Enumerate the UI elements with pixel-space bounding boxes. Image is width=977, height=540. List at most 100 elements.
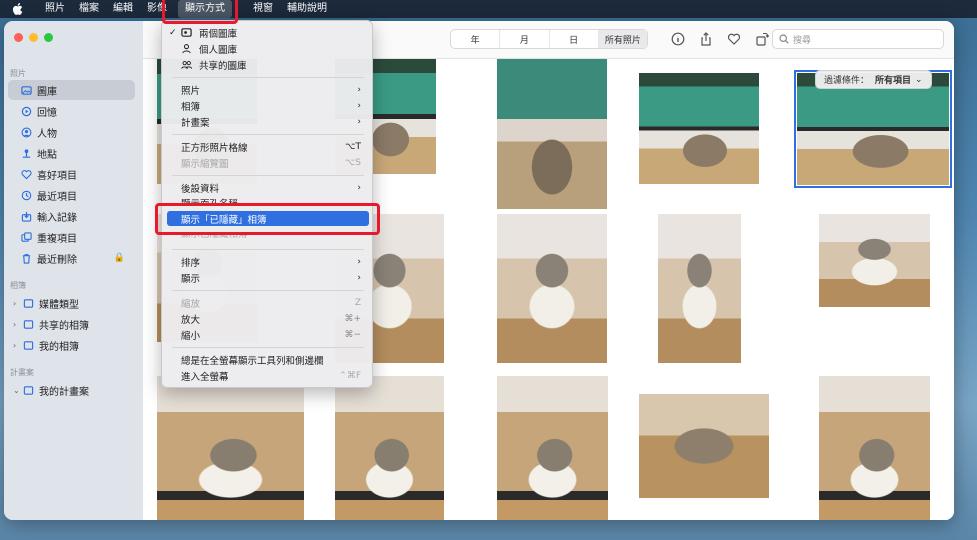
menu-item-label: 顯示面孔名稱 bbox=[181, 199, 239, 205]
photo-thumbnail[interactable] bbox=[497, 376, 608, 520]
sidebar-item-people[interactable]: 人物 bbox=[8, 122, 135, 142]
people-icon bbox=[21, 127, 32, 138]
sidebar-item-imports[interactable]: 輸入記錄 bbox=[8, 206, 135, 226]
sidebar-item-memories[interactable]: 回憶 bbox=[8, 101, 135, 121]
menu-item-sort[interactable]: 排序 › bbox=[167, 254, 369, 269]
chevron-right-icon[interactable]: › bbox=[13, 341, 21, 350]
menu-item-metadata[interactable]: 後設資料 › bbox=[167, 180, 369, 195]
menu-item-label: 兩個圖庫 bbox=[199, 28, 238, 40]
folder-icon bbox=[23, 319, 34, 330]
photo-thumbnail[interactable] bbox=[497, 59, 607, 209]
favorite-heart-icon[interactable] bbox=[726, 31, 741, 46]
sidebar-item-library[interactable]: 圖庫 bbox=[8, 80, 135, 100]
menu-file[interactable]: 檔案 bbox=[72, 0, 106, 18]
menu-item-albums[interactable]: 相簿 › bbox=[167, 98, 369, 113]
sidebar-item-recently-deleted[interactable]: 最近刪除 🔒 bbox=[8, 248, 135, 268]
zoom-button[interactable] bbox=[44, 33, 53, 42]
sidebar-item-label: 圖庫 bbox=[37, 86, 57, 98]
photo-thumbnail[interactable] bbox=[335, 376, 444, 520]
photo-thumbnail[interactable] bbox=[658, 214, 741, 363]
apple-icon[interactable] bbox=[12, 3, 25, 15]
close-button[interactable] bbox=[14, 33, 23, 42]
menu-edit[interactable]: 編輯 bbox=[106, 0, 140, 18]
menu-help[interactable]: 輔助說明 bbox=[280, 0, 334, 18]
sidebar-item-label: 共享的相簿 bbox=[39, 320, 89, 332]
menu-item-label: 照片 bbox=[181, 85, 201, 97]
menu-item-shared-library[interactable]: 共享的圖庫 bbox=[167, 57, 369, 72]
view-menu-dropdown: ✓ 兩個圖庫 個人圖庫 共享的圖庫 照片 › 相簿 › 計畫案 › 正方形照片格線 ⌥T… bbox=[161, 20, 373, 388]
import-icon bbox=[21, 211, 32, 222]
segment-days[interactable]: 日 bbox=[550, 30, 599, 48]
shortcut-label: ⌃⌘F bbox=[339, 370, 361, 381]
sidebar-item-my-projects[interactable]: ⌄ 我的計畫案 bbox=[8, 380, 135, 400]
menu-item-zoom-out[interactable]: 縮小 ⌘− bbox=[167, 327, 369, 342]
sidebar-item-places[interactable]: 地點 bbox=[8, 143, 135, 163]
menu-separator bbox=[172, 347, 364, 348]
menu-item-personal-library[interactable]: 個人圖庫 bbox=[167, 41, 369, 56]
menu-item-label: 顯示縮覽圖 bbox=[181, 158, 229, 170]
photo-thumbnail[interactable] bbox=[639, 73, 759, 184]
sidebar-item-media-types[interactable]: › 媒體類型 bbox=[8, 293, 135, 313]
menu-item-show[interactable]: 顯示 › bbox=[167, 270, 369, 285]
menu-item-label: 正方形照片格線 bbox=[181, 142, 248, 154]
sidebar-item-shared-albums[interactable]: › 共享的相簿 bbox=[8, 314, 135, 334]
menu-item-label: 個人圖庫 bbox=[199, 44, 238, 56]
sidebar-item-duplicates[interactable]: 重複項目 bbox=[8, 227, 135, 247]
search-icon bbox=[779, 34, 789, 44]
sidebar-item-recents[interactable]: 最近項目 bbox=[8, 185, 135, 205]
menu-item-projects[interactable]: 計畫案 › bbox=[167, 114, 369, 129]
menu-item-show-face-names[interactable]: 顯示面孔名稱 bbox=[167, 196, 369, 205]
menu-item-label: 後設資料 bbox=[181, 183, 220, 195]
photo-thumbnail[interactable] bbox=[639, 394, 769, 498]
chevron-down-icon[interactable]: ⌄ bbox=[13, 386, 21, 395]
submenu-arrow-icon: › bbox=[357, 182, 361, 193]
menu-item-label: 縮放 bbox=[181, 298, 201, 310]
menu-item-photos[interactable]: 照片 › bbox=[167, 82, 369, 97]
share-icon[interactable] bbox=[698, 31, 713, 46]
menu-photos[interactable]: 照片 bbox=[38, 0, 72, 18]
segment-all-photos[interactable]: 所有照片 bbox=[598, 30, 647, 48]
clock-icon bbox=[21, 190, 32, 201]
sidebar-item-label: 回憶 bbox=[37, 107, 57, 119]
menu-image[interactable]: 影像 bbox=[140, 0, 174, 18]
chevron-right-icon[interactable]: › bbox=[13, 320, 21, 329]
menu-item-zoom: 縮放 Z bbox=[167, 295, 369, 310]
minimize-button[interactable] bbox=[29, 33, 38, 42]
sidebar-item-favorites[interactable]: 喜好項目 bbox=[8, 164, 135, 184]
menu-item-label: 顯示 bbox=[181, 273, 201, 285]
chevron-right-icon[interactable]: › bbox=[13, 299, 21, 308]
heart-icon bbox=[21, 169, 32, 180]
menu-item-show-hidden-album-alt: 顯示已隱藏相簿 bbox=[167, 232, 369, 240]
photo-thumbnail[interactable] bbox=[157, 376, 304, 520]
section-photos: 照片 bbox=[10, 69, 26, 78]
menu-window[interactable]: 視窗 bbox=[246, 0, 280, 18]
menu-item-both-libraries[interactable]: ✓ 兩個圖庫 bbox=[167, 25, 369, 40]
submenu-arrow-icon: › bbox=[357, 272, 361, 283]
menu-item-enter-fullscreen[interactable]: 進入全螢幕 ⌃⌘F bbox=[167, 368, 369, 383]
menu-item-label: 顯示已隱藏相簿 bbox=[181, 232, 248, 240]
info-icon[interactable] bbox=[670, 31, 685, 46]
menu-item-label: 進入全螢幕 bbox=[181, 371, 229, 383]
menu-item-zoom-in[interactable]: 放大 ⌘+ bbox=[167, 311, 369, 326]
menu-item-square-grid[interactable]: 正方形照片格線 ⌥T bbox=[167, 139, 369, 154]
time-scale-segmented-control[interactable]: 年 月 日 所有照片 bbox=[450, 29, 648, 49]
photo-thumbnail[interactable] bbox=[497, 214, 607, 363]
segment-years[interactable]: 年 bbox=[451, 30, 501, 48]
sidebar-item-label: 我的相簿 bbox=[39, 341, 79, 353]
search-input[interactable]: 搜尋 bbox=[772, 29, 944, 49]
menu-view[interactable]: 顯示方式 bbox=[178, 0, 232, 18]
sidebar-item-my-albums[interactable]: › 我的相簿 bbox=[8, 335, 135, 355]
submenu-arrow-icon: › bbox=[357, 84, 361, 95]
submenu-arrow-icon: › bbox=[357, 116, 361, 127]
library-icon bbox=[21, 85, 32, 96]
segment-months[interactable]: 月 bbox=[500, 30, 550, 48]
photo-thumbnail[interactable] bbox=[819, 214, 930, 307]
photo-library-icon bbox=[181, 27, 193, 38]
filter-dropdown[interactable]: 過濾條件： 所有項目 ⌄ bbox=[815, 70, 932, 89]
photo-thumbnail[interactable] bbox=[794, 70, 952, 188]
photo-thumbnail[interactable] bbox=[819, 376, 930, 520]
menu-item-always-show-toolbar[interactable]: 總是在全螢幕顯示工具列和側邊欄 bbox=[167, 352, 369, 367]
menu-item-show-hidden-album[interactable]: 顯示「已隱藏」相簿 bbox=[167, 211, 369, 226]
rotate-icon[interactable] bbox=[754, 31, 769, 46]
section-projects: 計畫案 bbox=[10, 368, 34, 377]
